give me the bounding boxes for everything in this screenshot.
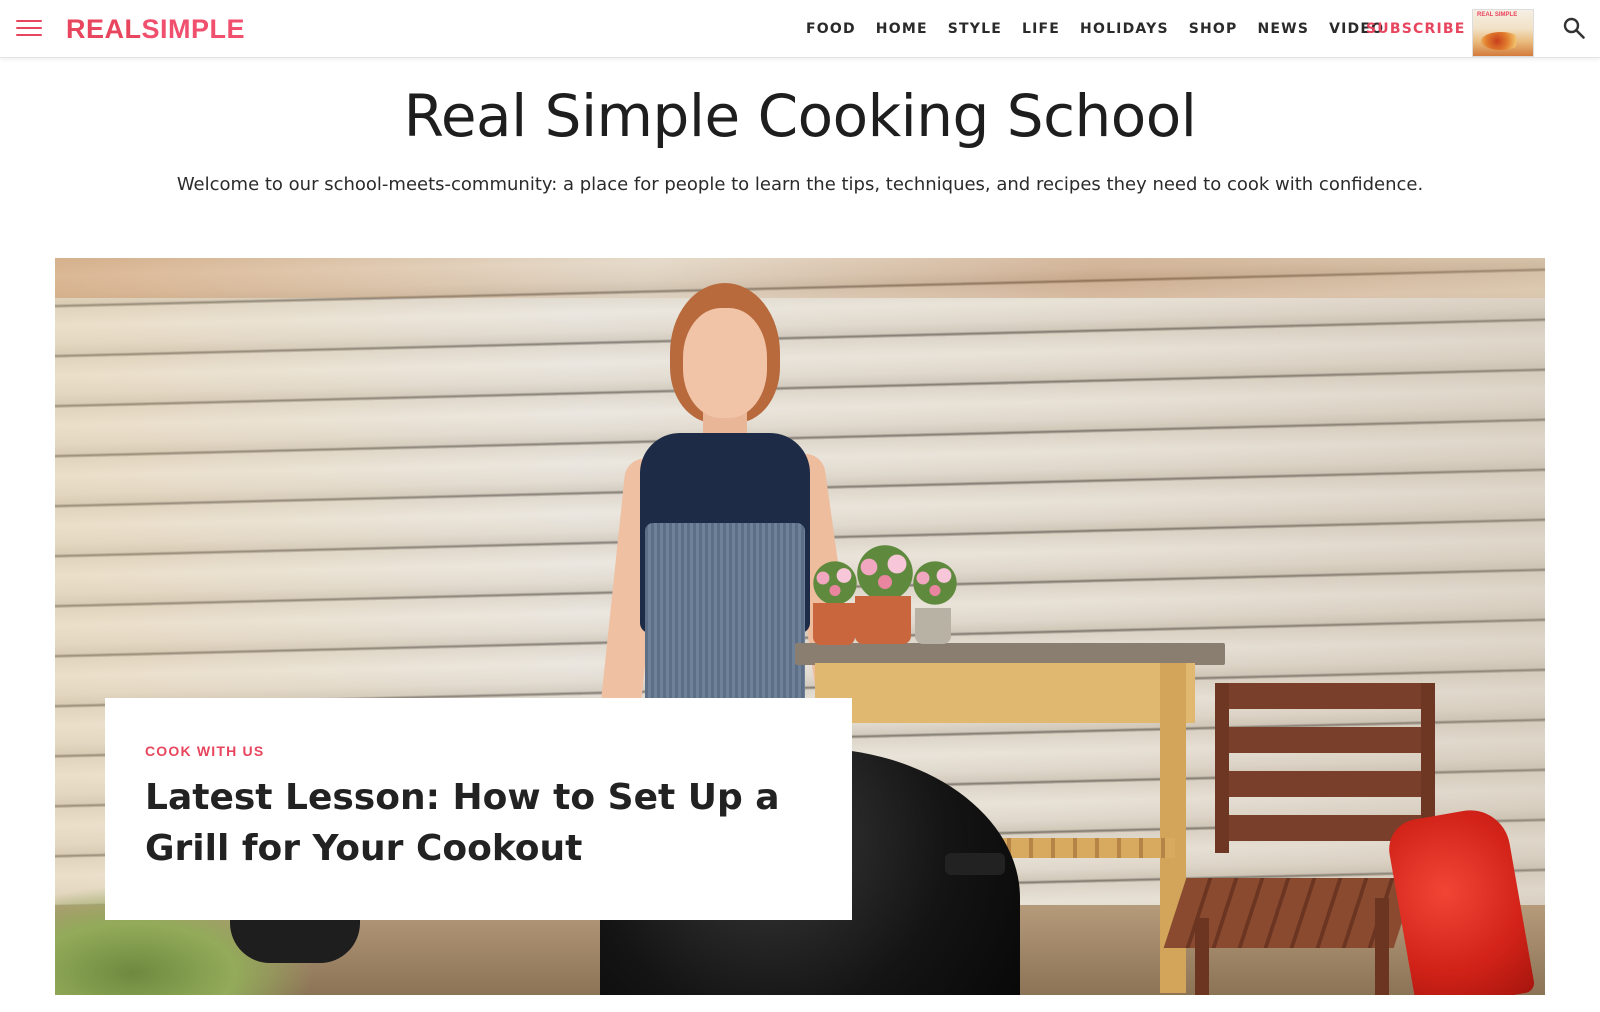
nav-item-home[interactable]: HOME — [866, 0, 938, 58]
magazine-cover-food-image — [1481, 32, 1521, 50]
flower-pot — [905, 558, 965, 608]
featured-lesson-card[interactable]: COOK WITH US Latest Lesson: How to Set U… — [105, 698, 852, 920]
nav-item-food[interactable]: FOOD — [796, 0, 866, 58]
lesson-headline[interactable]: Latest Lesson: How to Set Up a Grill for… — [145, 772, 785, 874]
table — [795, 643, 1225, 665]
nav-item-holidays[interactable]: HOLIDAYS — [1070, 0, 1179, 58]
logo-text-real: REAL — [66, 14, 142, 44]
site-logo[interactable]: REALSIMPLE — [66, 12, 245, 46]
page-subtitle: Welcome to our school-meets-community: a… — [176, 174, 1424, 195]
menu-icon[interactable] — [16, 20, 42, 38]
lesson-kicker[interactable]: COOK WITH US — [145, 742, 812, 760]
page-title: Real Simple Cooking School — [403, 82, 1197, 150]
site-header: REALSIMPLE FOOD HOME STYLE LIFE HOLIDAYS… — [0, 0, 1600, 58]
magazine-cover-thumbnail[interactable]: REAL SIMPLE — [1472, 9, 1534, 57]
nav-item-shop[interactable]: SHOP — [1179, 0, 1248, 58]
nav-item-news[interactable]: NEWS — [1248, 0, 1320, 58]
nav-item-style[interactable]: STYLE — [938, 0, 1012, 58]
subscribe-link[interactable]: SUBSCRIBE — [1366, 0, 1466, 58]
nav-item-life[interactable]: LIFE — [1012, 0, 1070, 58]
main-nav: FOOD HOME STYLE LIFE HOLIDAYS SHOP NEWS … — [796, 0, 1394, 58]
magazine-cover-title: REAL SIMPLE — [1477, 12, 1518, 18]
search-icon[interactable] — [1562, 16, 1586, 40]
logo-text-simple: SIMPLE — [141, 14, 246, 44]
